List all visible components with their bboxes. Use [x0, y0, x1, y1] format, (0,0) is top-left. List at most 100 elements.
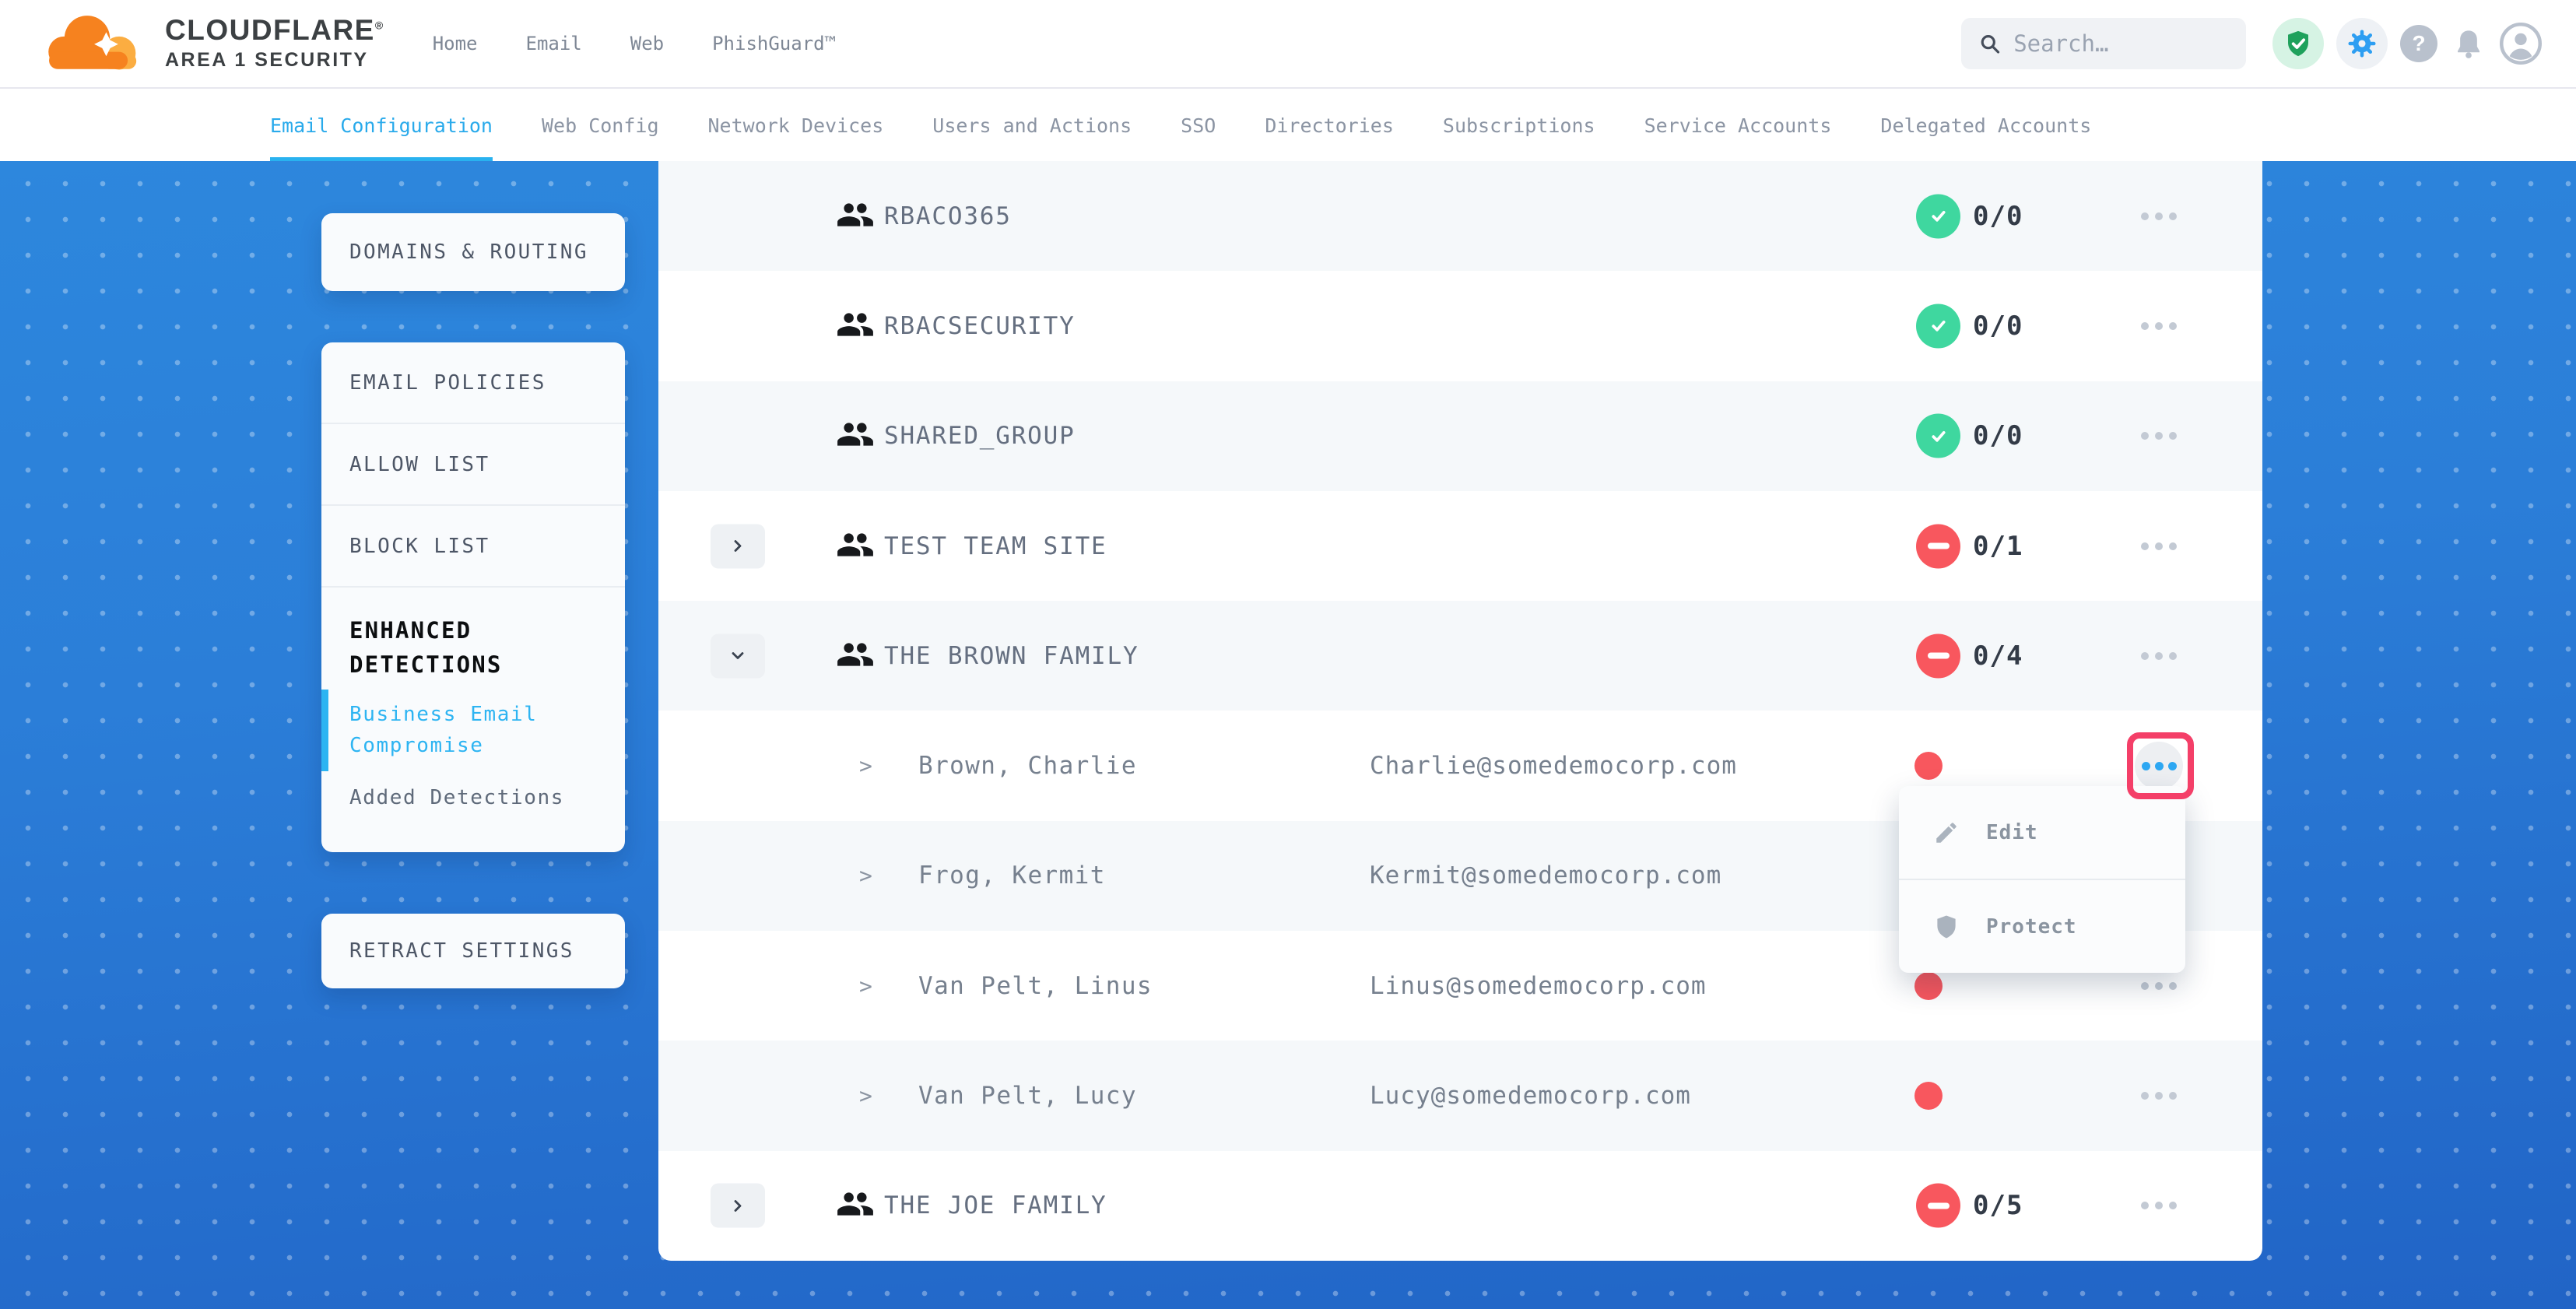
pencil-icon: [1933, 819, 1960, 846]
nav-web[interactable]: Web: [630, 33, 664, 54]
help-icon[interactable]: ?: [2400, 25, 2437, 62]
minus-icon: [1928, 543, 1950, 549]
table-row-group[interactable]: SHARED_GROUP 0/0: [658, 381, 2262, 491]
row-actions-menu-button[interactable]: [2141, 212, 2177, 220]
menu-item-edit[interactable]: Edit: [1899, 786, 2185, 879]
collapse-row-button[interactable]: [711, 633, 765, 678]
group-people-icon: [836, 199, 875, 233]
tab-users-and-actions[interactable]: Users and Actions: [932, 90, 1132, 161]
settings-gear-icon[interactable]: [2336, 18, 2388, 69]
member-chevron: >: [859, 753, 872, 779]
menu-item-label: Protect: [1986, 915, 2077, 939]
nav-phishguard[interactable]: PhishGuard™: [712, 33, 836, 54]
notifications-bell-icon[interactable]: [2450, 25, 2487, 62]
row-actions-menu-button-open[interactable]: [2135, 742, 2183, 790]
tab-subscriptions[interactable]: Subscriptions: [1443, 90, 1595, 161]
content-canvas: DOMAINS & ROUTING EMAIL POLICIES ALLOW L…: [0, 161, 2576, 1309]
help-glyph: ?: [2412, 31, 2425, 56]
tab-delegated-accounts[interactable]: Delegated Accounts: [1880, 90, 2091, 161]
sidebar-item-retract-settings[interactable]: RETRACT SETTINGS: [321, 914, 625, 988]
group-name: TEST TEAM SITE: [884, 532, 1107, 560]
sidebar-item-allow-list[interactable]: ALLOW LIST: [321, 424, 625, 506]
nav-home[interactable]: Home: [433, 33, 478, 54]
shield-check-icon[interactable]: [2272, 18, 2324, 69]
sidebar-item-added-detections[interactable]: Added Detections: [321, 774, 625, 826]
row-actions-menu-button[interactable]: [2141, 982, 2177, 990]
header-icons: ?: [2272, 18, 2542, 69]
groups-table: RBACO365 0/0 RBACSECURITY 0/0: [658, 161, 2262, 1261]
protection-count: 0/0: [1973, 420, 2023, 451]
sidebar-item-domains-routing[interactable]: DOMAINS & ROUTING: [321, 213, 625, 291]
secondary-nav: Email Configuration Web Config Network D…: [0, 90, 2576, 161]
table-row-group[interactable]: THE BROWN FAMILY 0/4: [658, 601, 2262, 711]
status-badge-ok: [1916, 304, 1960, 348]
tab-email-configuration[interactable]: Email Configuration: [270, 90, 493, 161]
tab-sso[interactable]: SSO: [1181, 90, 1216, 161]
table-row-member[interactable]: > Van Pelt, Lucy Lucy@somedemocorp.com: [658, 1041, 2262, 1150]
table-row-group[interactable]: RBACSECURITY 0/0: [658, 271, 2262, 381]
chevron-down-icon: [729, 647, 746, 665]
status-badge-blocked: [1916, 524, 1960, 568]
cloudflare-logo[interactable]: CLOUDFLARE® AREA 1 SECURITY: [40, 5, 384, 82]
brand-text: CLOUDFLARE® AREA 1 SECURITY: [165, 16, 384, 72]
search-icon: [1978, 30, 2001, 57]
row-actions-menu-button[interactable]: [2141, 1092, 2177, 1100]
account-icon[interactable]: [2500, 23, 2542, 65]
primary-nav: Home Email Web PhishGuard™: [433, 33, 836, 54]
member-chevron: >: [859, 973, 872, 998]
expand-row-button[interactable]: [711, 1184, 765, 1228]
status-badge-ok: [1916, 414, 1960, 458]
protection-count: 0/0: [1973, 311, 2023, 342]
protection-count: 0/1: [1973, 531, 2023, 562]
member-email: Lucy@somedemocorp.com: [1370, 1082, 1691, 1110]
sidebar-label: RETRACT SETTINGS: [349, 939, 574, 963]
shield-icon: [1933, 914, 1960, 940]
brand-subtitle: AREA 1 SECURITY: [165, 49, 384, 72]
minus-icon: [1928, 653, 1950, 659]
row-actions-menu-button[interactable]: [2141, 542, 2177, 550]
group-name: RBACSECURITY: [884, 312, 1076, 340]
protection-count: 0/4: [1973, 640, 2023, 672]
nav-email[interactable]: Email: [526, 33, 582, 54]
tab-web-config[interactable]: Web Config: [542, 90, 659, 161]
status-badge-ok: [1916, 194, 1960, 238]
table-row-group[interactable]: TEST TEAM SITE 0/1: [658, 491, 2262, 601]
member-name: Van Pelt, Linus: [918, 972, 1153, 1000]
top-header: CLOUDFLARE® AREA 1 SECURITY Home Email W…: [0, 0, 2576, 89]
menu-item-label: Edit: [1986, 821, 2038, 844]
member-email: Kermit@somedemocorp.com: [1370, 862, 1721, 890]
search-input[interactable]: [2013, 30, 2229, 57]
table-row-group[interactable]: THE JOE FAMILY 0/5: [658, 1151, 2262, 1261]
sidebar-label: DOMAINS & ROUTING: [349, 240, 588, 264]
row-actions-menu-button[interactable]: [2141, 652, 2177, 660]
sidebar-item-email-policies[interactable]: EMAIL POLICIES: [321, 342, 625, 424]
row-actions-menu-button[interactable]: [2141, 322, 2177, 330]
alert-dot: [1914, 972, 1943, 1000]
row-context-menu: Edit Protect: [1899, 786, 2185, 973]
minus-icon: [1928, 1202, 1950, 1209]
group-name: RBACO365: [884, 202, 1012, 230]
registered-mark: ®: [375, 19, 384, 32]
chevron-right-icon: [729, 1197, 746, 1214]
expand-row-button[interactable]: [711, 524, 765, 568]
alert-dot: [1914, 1082, 1943, 1110]
member-name: Frog, Kermit: [918, 862, 1106, 890]
status-badge-blocked: [1916, 633, 1960, 678]
alert-dot: [1914, 752, 1943, 780]
group-name: THE JOE FAMILY: [884, 1191, 1107, 1220]
member-name: Brown, Charlie: [918, 752, 1137, 780]
sidebar-item-business-email-compromise[interactable]: Business Email Compromise: [321, 686, 625, 774]
search-box[interactable]: [1961, 18, 2246, 69]
protection-count: 0/0: [1973, 201, 2023, 232]
tab-network-devices[interactable]: Network Devices: [708, 90, 884, 161]
sidebar-item-block-list[interactable]: BLOCK LIST: [321, 506, 625, 588]
menu-item-protect[interactable]: Protect: [1899, 879, 2185, 973]
tab-directories[interactable]: Directories: [1265, 90, 1394, 161]
table-row-group[interactable]: RBACO365 0/0: [658, 161, 2262, 271]
member-email: Linus@somedemocorp.com: [1370, 972, 1707, 1000]
tab-service-accounts[interactable]: Service Accounts: [1644, 90, 1832, 161]
active-indicator-bar: [321, 690, 328, 771]
sidebar-heading-enhanced-detections: ENHANCED DETECTIONS: [321, 588, 625, 686]
row-actions-menu-button[interactable]: [2141, 432, 2177, 440]
row-actions-menu-button[interactable]: [2141, 1202, 2177, 1209]
